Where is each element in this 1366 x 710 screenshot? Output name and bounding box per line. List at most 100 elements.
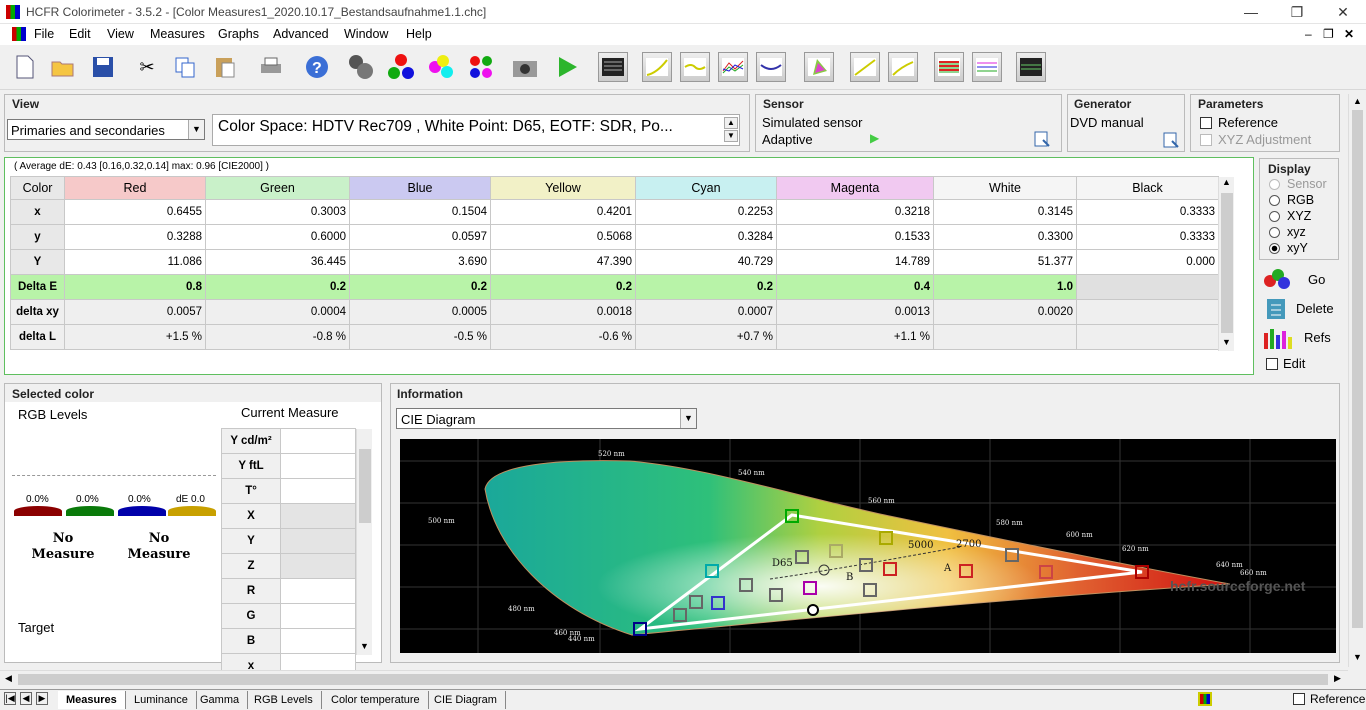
- saturation-shift-icon[interactable]: [972, 52, 1002, 82]
- table-cell[interactable]: 0.5068: [490, 224, 636, 250]
- table-cell[interactable]: 0.1504: [349, 199, 491, 225]
- menu-edit[interactable]: Edit: [69, 27, 91, 41]
- table-cell[interactable]: 0.2: [635, 274, 777, 300]
- tab-cie-diagram[interactable]: CIE Diagram: [426, 691, 506, 709]
- main-horizontal-scrollbar[interactable]: ◀ ▶: [0, 670, 1348, 687]
- scroll-down-icon[interactable]: ▼: [1222, 337, 1231, 347]
- column-header-red[interactable]: Red: [64, 176, 206, 200]
- table-cell[interactable]: 0.3145: [933, 199, 1077, 225]
- main-scroll-thumb[interactable]: [1352, 110, 1363, 628]
- table-cell[interactable]: [933, 324, 1077, 350]
- xyz-adjust-checkbox[interactable]: [1200, 134, 1212, 146]
- measure-primaries-icon[interactable]: [386, 52, 416, 82]
- refs-button[interactable]: Refs: [1262, 324, 1338, 350]
- go-button[interactable]: Go: [1262, 266, 1338, 292]
- reference-checkbox[interactable]: [1200, 117, 1212, 129]
- current-measure-scrollbar[interactable]: ▼: [356, 429, 372, 655]
- table-cell[interactable]: -0.6 %: [490, 324, 636, 350]
- luminance-graph-icon[interactable]: [642, 52, 672, 82]
- copy-icon[interactable]: [170, 52, 200, 82]
- table-cell[interactable]: 47.390: [490, 249, 636, 275]
- table-cell[interactable]: 0.4: [776, 274, 934, 300]
- close-icon[interactable]: ✕: [1320, 0, 1366, 24]
- rgb-histogram-icon[interactable]: [934, 52, 964, 82]
- menu-window[interactable]: Window: [344, 27, 388, 41]
- generator-config-icon[interactable]: [1163, 131, 1181, 149]
- table-cell[interactable]: 0.2253: [635, 199, 777, 225]
- open-folder-icon[interactable]: [48, 52, 78, 82]
- column-header-white[interactable]: White: [933, 176, 1077, 200]
- table-cell[interactable]: 3.690: [349, 249, 491, 275]
- information-chevron-down-icon[interactable]: ▼: [680, 409, 696, 428]
- tab-next-icon[interactable]: ▶: [36, 692, 48, 705]
- print-icon[interactable]: [256, 52, 286, 82]
- table-cell[interactable]: -0.8 %: [205, 324, 350, 350]
- information-select[interactable]: CIE Diagram ▼: [396, 408, 697, 429]
- scroll-thumb[interactable]: [1221, 193, 1233, 333]
- table-cell[interactable]: +0.7 %: [635, 324, 777, 350]
- table-cell[interactable]: 0.2: [205, 274, 350, 300]
- measure-secondaries-icon[interactable]: [426, 52, 456, 82]
- edit-checkbox[interactable]: [1266, 358, 1278, 370]
- table-cell[interactable]: +1.5 %: [64, 324, 206, 350]
- table-cell[interactable]: [1076, 274, 1219, 300]
- near-black-graph-icon[interactable]: [888, 52, 918, 82]
- display-radio-xyz[interactable]: [1269, 211, 1280, 222]
- table-cell[interactable]: 40.729: [635, 249, 777, 275]
- scroll-up-icon[interactable]: ▲: [1222, 177, 1231, 187]
- table-cell[interactable]: 0.2: [490, 274, 636, 300]
- gamma-graph-icon[interactable]: [680, 52, 710, 82]
- sensor-probe-icon[interactable]: [346, 52, 376, 82]
- spin-up-icon[interactable]: ▲: [724, 117, 738, 129]
- spin-down-icon[interactable]: ▼: [724, 130, 738, 142]
- scope-view-icon[interactable]: [1016, 52, 1046, 82]
- mdi-close-icon[interactable]: ✕: [1344, 27, 1354, 41]
- current-scroll-down-icon[interactable]: ▼: [360, 641, 369, 651]
- main-hscroll-thumb[interactable]: [18, 674, 1328, 685]
- tab-color-temperature[interactable]: Color temperature: [323, 691, 429, 709]
- save-icon[interactable]: [88, 52, 118, 82]
- measures-view-icon[interactable]: [598, 52, 628, 82]
- table-cell[interactable]: 0.0004: [205, 299, 350, 325]
- table-cell[interactable]: -0.5 %: [349, 324, 491, 350]
- minimize-icon[interactable]: —: [1228, 0, 1274, 24]
- mdi-restore-icon[interactable]: ❐: [1323, 27, 1334, 41]
- play-icon[interactable]: [552, 52, 582, 82]
- saturation-graph-icon[interactable]: [850, 52, 880, 82]
- table-cell[interactable]: [1076, 324, 1219, 350]
- main-vertical-scrollbar[interactable]: ▲ ▼: [1348, 94, 1365, 667]
- restore-icon[interactable]: ❐: [1274, 0, 1320, 24]
- table-cell[interactable]: 0.0005: [349, 299, 491, 325]
- display-radio-xyz[interactable]: [1269, 227, 1280, 238]
- column-header-cyan[interactable]: Cyan: [635, 176, 777, 200]
- table-cell[interactable]: 0.6000: [205, 224, 350, 250]
- sensor-play-icon[interactable]: ▶: [870, 131, 879, 145]
- column-header-green[interactable]: Green: [205, 176, 350, 200]
- camera-icon[interactable]: [510, 52, 540, 82]
- table-cell[interactable]: 14.789: [776, 249, 934, 275]
- cie-diagram-icon[interactable]: [804, 52, 834, 82]
- tab-first-icon[interactable]: |◀: [4, 692, 16, 705]
- menu-graphs[interactable]: Graphs: [218, 27, 259, 41]
- table-cell[interactable]: 0.3218: [776, 199, 934, 225]
- table-cell[interactable]: 0.3288: [64, 224, 206, 250]
- menu-view[interactable]: View: [107, 27, 134, 41]
- table-cell[interactable]: 0.0018: [490, 299, 636, 325]
- menu-advanced[interactable]: Advanced: [273, 27, 329, 41]
- main-scroll-up-icon[interactable]: ▲: [1353, 96, 1362, 106]
- column-header-black[interactable]: Black: [1076, 176, 1219, 200]
- table-cell[interactable]: 0.0597: [349, 224, 491, 250]
- tab-luminance[interactable]: Luminance: [126, 691, 197, 709]
- column-header-magenta[interactable]: Magenta: [776, 176, 934, 200]
- display-radio-xyy[interactable]: [1269, 243, 1280, 254]
- help-icon[interactable]: ?: [302, 52, 332, 82]
- table-cell[interactable]: 0.3284: [635, 224, 777, 250]
- table-cell[interactable]: 0.0057: [64, 299, 206, 325]
- table-cell[interactable]: 0.3333: [1076, 224, 1219, 250]
- menu-file[interactable]: File: [34, 27, 54, 41]
- column-header-yellow[interactable]: Yellow: [490, 176, 636, 200]
- chevron-down-icon[interactable]: ▼: [188, 120, 204, 139]
- color-temp-graph-icon[interactable]: [756, 52, 786, 82]
- tab-measures[interactable]: Measures: [58, 691, 126, 709]
- sensor-config-icon[interactable]: [1034, 130, 1052, 148]
